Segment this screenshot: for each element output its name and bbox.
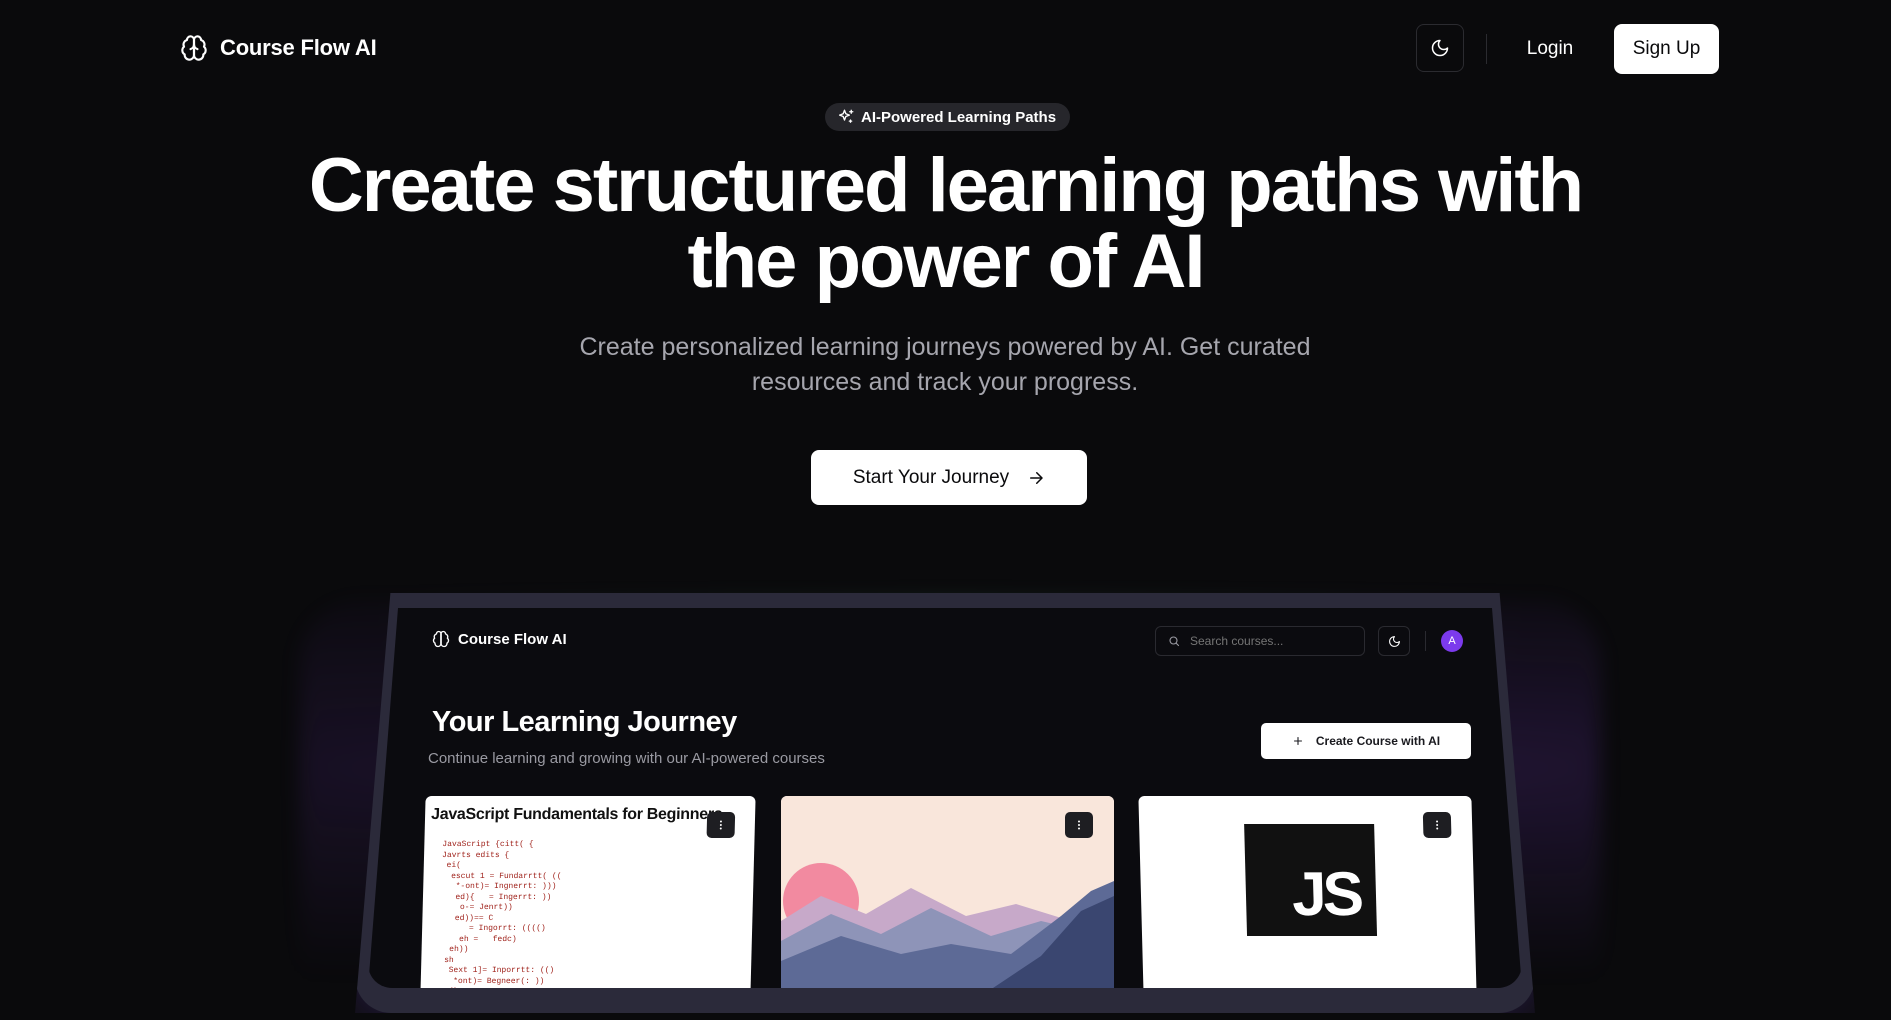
arrow-right-icon (1030, 471, 1043, 484)
brand-link[interactable]: Course Flow AI (180, 34, 377, 62)
moon-icon (1388, 635, 1400, 647)
preview-theme-toggle[interactable] (1378, 626, 1410, 656)
create-course-label: Create Course with AI (1315, 734, 1441, 748)
create-course-button[interactable]: Create Course with AI (1261, 723, 1471, 759)
more-vertical-icon (1436, 820, 1439, 830)
app-preview-screen: Course Flow AI A Your Learning Journey C… (368, 608, 1522, 988)
course-card-title: JavaScript Fundamentals for Beginners (430, 806, 723, 823)
hero-badge: AI-Powered Learning Paths (825, 103, 1071, 131)
search-icon (1169, 636, 1180, 647)
js-logo-text: JS (1291, 860, 1361, 929)
preview-divider (1425, 631, 1426, 651)
more-vertical-icon (719, 820, 722, 830)
brain-icon (432, 630, 450, 648)
card-menu-button[interactable] (706, 812, 736, 838)
hero-subtitle-line-1: Create personalized learning journeys po… (579, 333, 1311, 361)
hero-badge-label: AI-Powered Learning Paths (861, 108, 1057, 126)
hero-title-line-2: the power of AI (687, 219, 1205, 304)
login-button[interactable]: Login (1510, 26, 1590, 72)
hero-title-line-1: Create structured learning paths with (308, 143, 1584, 228)
signup-button[interactable]: Sign Up (1614, 24, 1719, 74)
js-logo: JS (1244, 824, 1378, 936)
course-card[interactable]: JavaScript Fundamentals for Beginners Ja… (420, 796, 756, 988)
start-journey-button[interactable]: Start Your Journey (811, 450, 1087, 505)
hero-title: Create structured learning paths with th… (0, 148, 1891, 300)
avatar[interactable]: A (1441, 630, 1463, 652)
hero-subtitle-line-2: resources and track your progress. (751, 368, 1139, 396)
start-journey-label: Start Your Journey (852, 466, 1010, 488)
plus-icon (1293, 736, 1302, 746)
nav-divider (1486, 34, 1487, 64)
hero-subtitle: Create personalized learning journeys po… (545, 330, 1345, 400)
code-thumbnail: JavaScript {citt( { Javrts edits { ei( e… (441, 840, 562, 988)
course-card[interactable]: JS (1138, 796, 1477, 988)
preview-search-input[interactable] (1188, 633, 1352, 649)
card-menu-button[interactable] (1065, 812, 1093, 838)
moon-icon (1431, 39, 1449, 57)
card-menu-button[interactable] (1422, 812, 1452, 838)
preview-brand: Course Flow AI (432, 630, 567, 648)
brain-icon (181, 35, 207, 61)
preview-title: Your Learning Journey (432, 706, 737, 738)
brand-name: Course Flow AI (220, 35, 377, 60)
preview-search[interactable] (1155, 626, 1365, 656)
sparkles-icon (838, 109, 854, 123)
course-card[interactable] (781, 796, 1114, 988)
top-nav: Course Flow AI Login Sign Up (0, 0, 1891, 100)
theme-toggle-button[interactable] (1416, 24, 1464, 72)
more-vertical-icon (1078, 820, 1080, 830)
preview-brand-name: Course Flow AI (458, 630, 567, 648)
preview-subtitle: Continue learning and growing with our A… (428, 750, 825, 767)
